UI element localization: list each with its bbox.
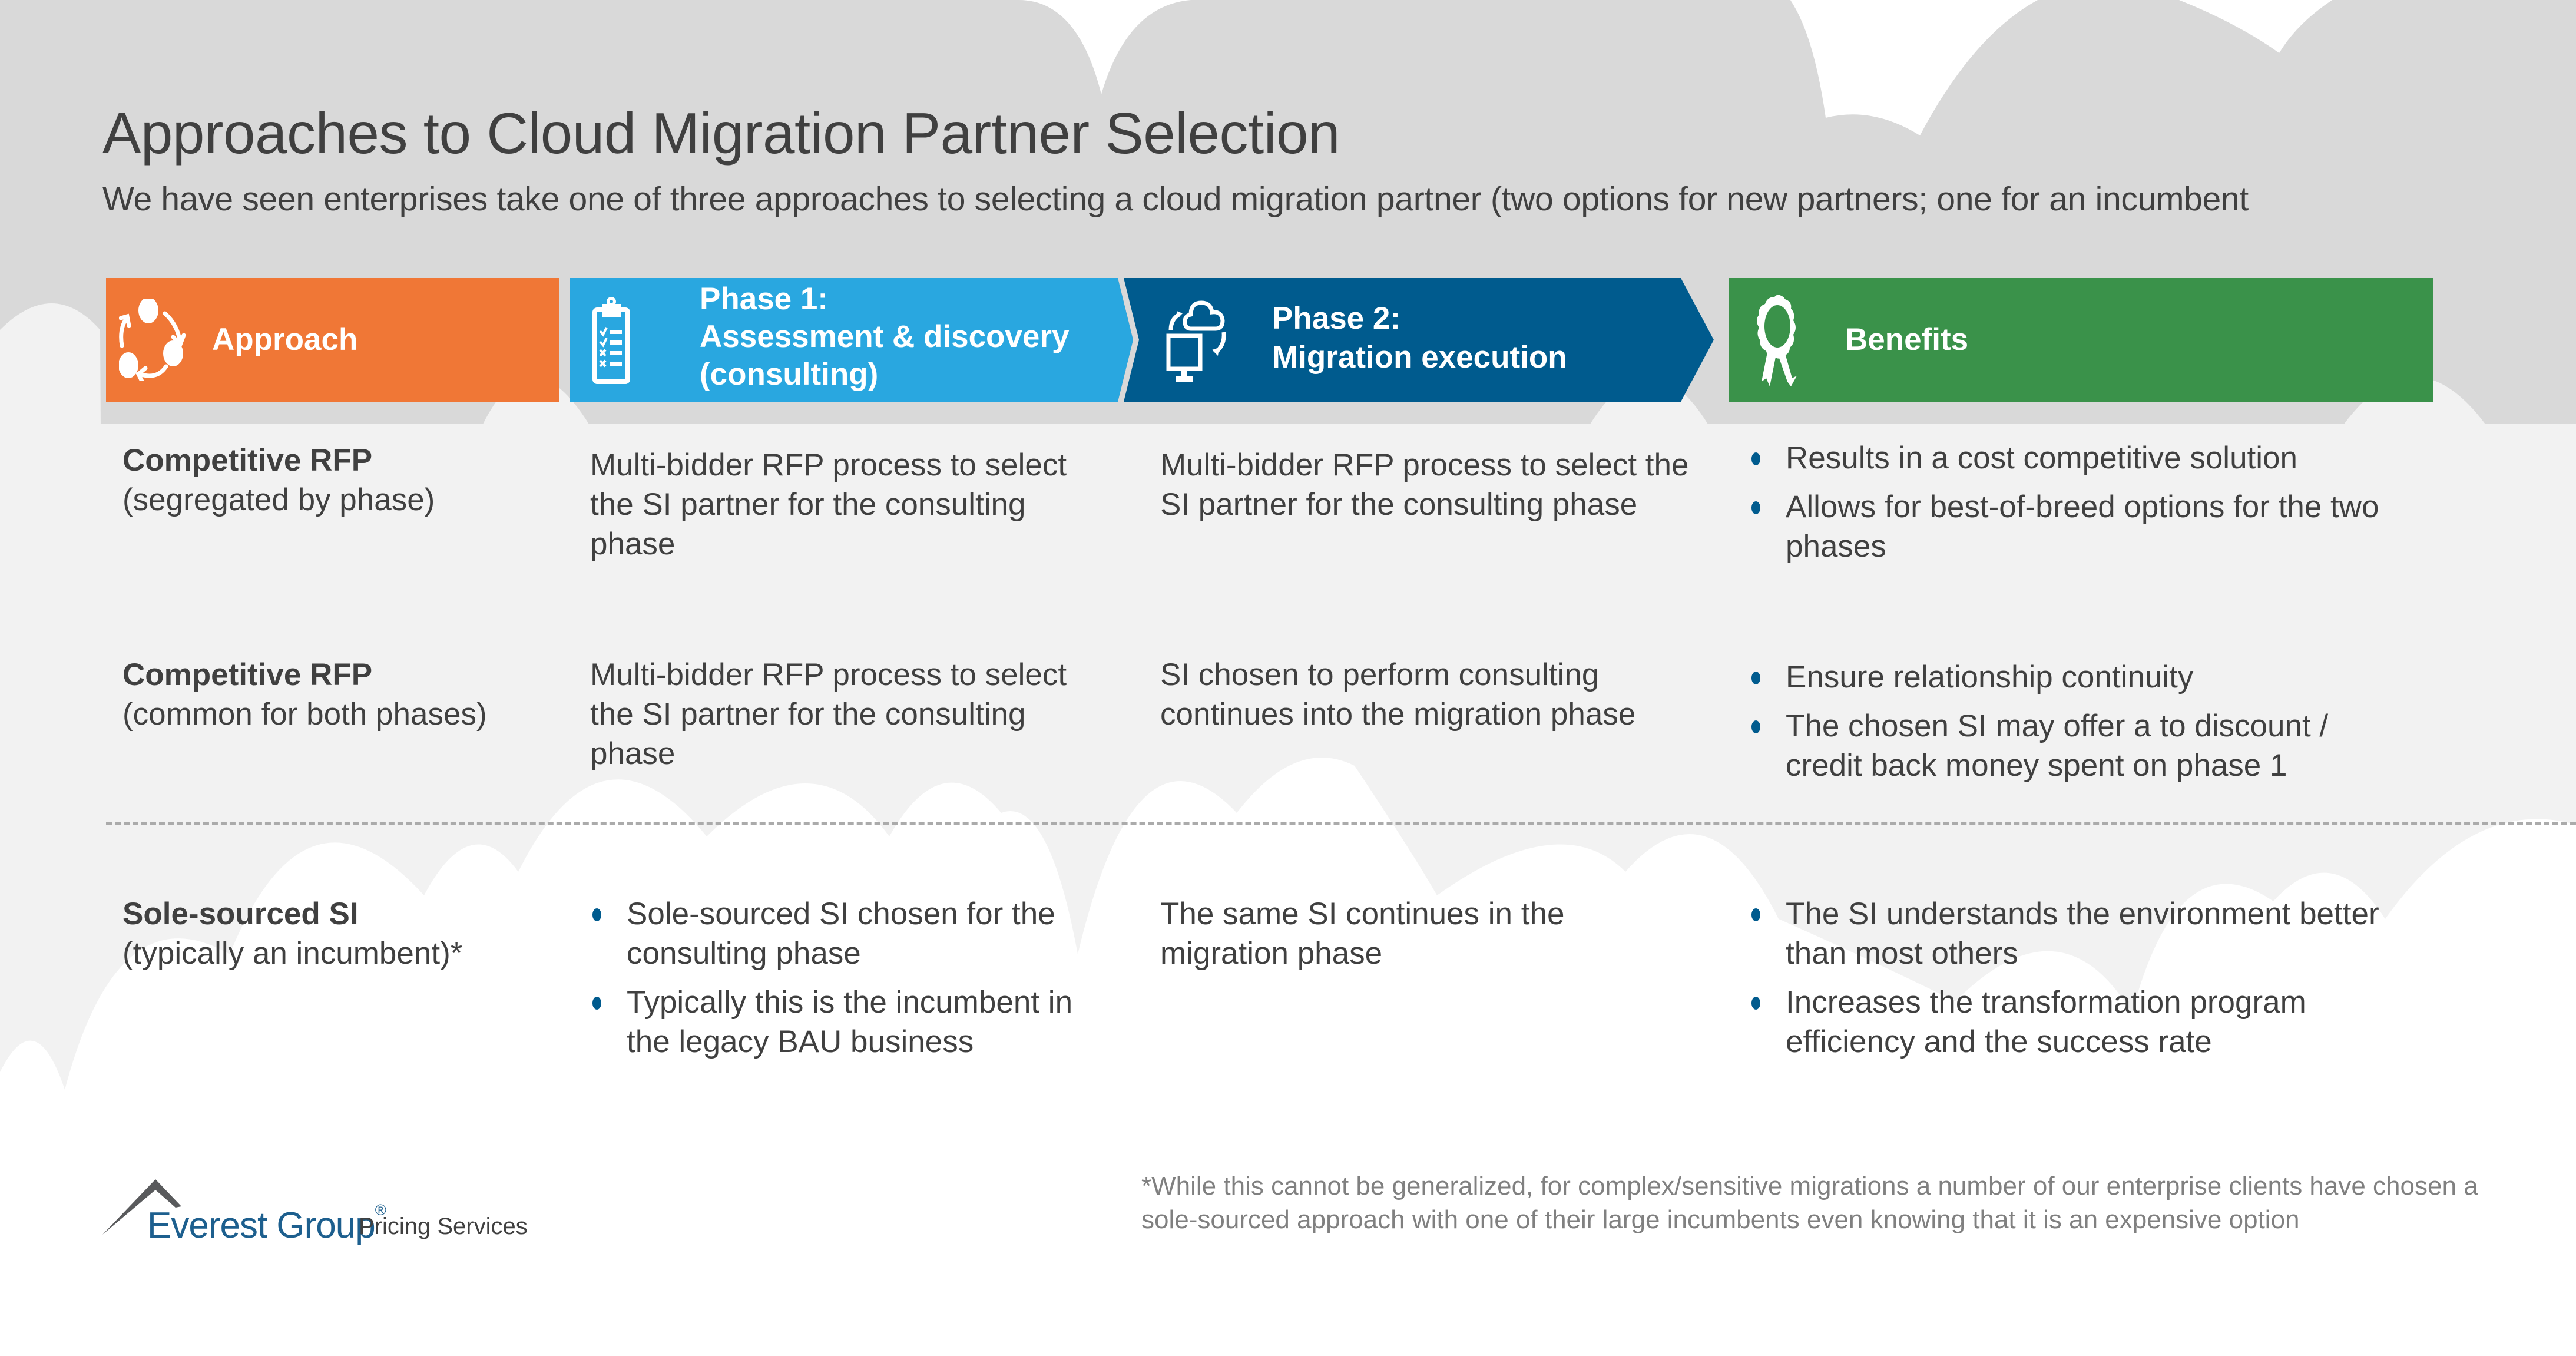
footnote: *While this cannot be generalized, for c… (1141, 1172, 2478, 1234)
column-header-phase2: Phase 2: Migration execution (1118, 278, 1715, 402)
row3-approach-title: Sole-sourced SI (122, 897, 359, 931)
row2-phase2: SI chosen to perform consulting continue… (1160, 657, 1636, 732)
row3-phase1: Sole-sourced SI chosen for the consultin… (590, 894, 1108, 1071)
row1-benefits: Results in a cost competitive solution A… (1749, 438, 2444, 576)
cloud-monitor-sync-icon (1166, 300, 1226, 382)
column-header-approach: Approach (106, 278, 559, 402)
column-header-benefits: Benefits (1729, 278, 2433, 402)
award-ribbon-icon (1757, 295, 1797, 386)
row1-approach-title: Competitive RFP (122, 443, 373, 478)
row2-approach-subtitle: (common for both phases) (122, 697, 487, 732)
benefit-bullet: The chosen SI may offer a to discount / … (1749, 706, 2385, 785)
page-title: Approaches to Cloud Migration Partner Se… (102, 101, 1340, 166)
page-subtitle: We have seen enterprises take one of thr… (102, 180, 2249, 218)
row3-approach-subtitle: (typically an incumbent)* (122, 936, 463, 971)
logo-unit: Pricing Services (359, 1213, 528, 1239)
column-header-phase1: Phase 1: Assessment & discovery (consult… (570, 278, 1154, 402)
clipboard-checklist-icon (592, 297, 630, 384)
benefit-bullet: The SI understands the environment bette… (1749, 894, 2432, 973)
row3-benefits: The SI understands the environment bette… (1749, 894, 2432, 1071)
column-header-approach-label: Approach (212, 322, 358, 357)
phase1-line1: Phase 1: (700, 282, 829, 316)
phase2-line2: Migration execution (1272, 340, 1567, 375)
phase1-bullet: Typically this is the incumbent in the l… (590, 983, 1108, 1061)
phase1-line3: (consulting) (700, 357, 879, 392)
column-header-benefits-label: Benefits (1845, 322, 1969, 357)
phase1-line2: Assessment & discovery (700, 319, 1070, 354)
logo-name: Everest Group (147, 1205, 376, 1246)
row2-approach-title: Competitive RFP (122, 657, 373, 692)
row3-approach: Sole-sourced SI (typically an incumbent)… (122, 894, 594, 973)
logo-wordmark: Everest Group® (147, 1201, 386, 1246)
benefit-bullet: Allows for best-of-breed options for the… (1749, 487, 2444, 566)
phase1-bullet: Sole-sourced SI chosen for the consultin… (590, 894, 1108, 973)
row1-phase1: Multi-bidder RFP process to select the S… (590, 448, 1067, 561)
cycle-arrows-icon (119, 299, 186, 381)
row2-benefits: Ensure relationship continuity The chose… (1749, 657, 2385, 795)
benefit-bullet: Ensure relationship continuity (1749, 657, 2385, 697)
row2-approach: Competitive RFP (common for both phases) (122, 655, 594, 734)
row3-phase2: The same SI continues in the migration p… (1160, 897, 1565, 971)
benefit-bullet: Increases the transformation program eff… (1749, 983, 2432, 1061)
phase2-line1: Phase 2: (1272, 301, 1401, 336)
column-header-phase1-label: Phase 1: Assessment & discovery (consult… (700, 280, 1070, 393)
row1-approach: Competitive RFP (segregated by phase) (122, 441, 535, 520)
benefit-bullet: Results in a cost competitive solution (1749, 438, 2444, 478)
column-header-phase2-label: Phase 2: Migration execution (1272, 299, 1567, 377)
section-divider (106, 822, 2576, 825)
row1-phase2: Multi-bidder RFP process to select the S… (1160, 448, 1689, 522)
row2-phase1: Multi-bidder RFP process to select the S… (590, 657, 1067, 771)
row1-approach-subtitle: (segregated by phase) (122, 482, 435, 517)
everest-group-logo: Everest Group® Pricing Services (101, 1178, 528, 1246)
